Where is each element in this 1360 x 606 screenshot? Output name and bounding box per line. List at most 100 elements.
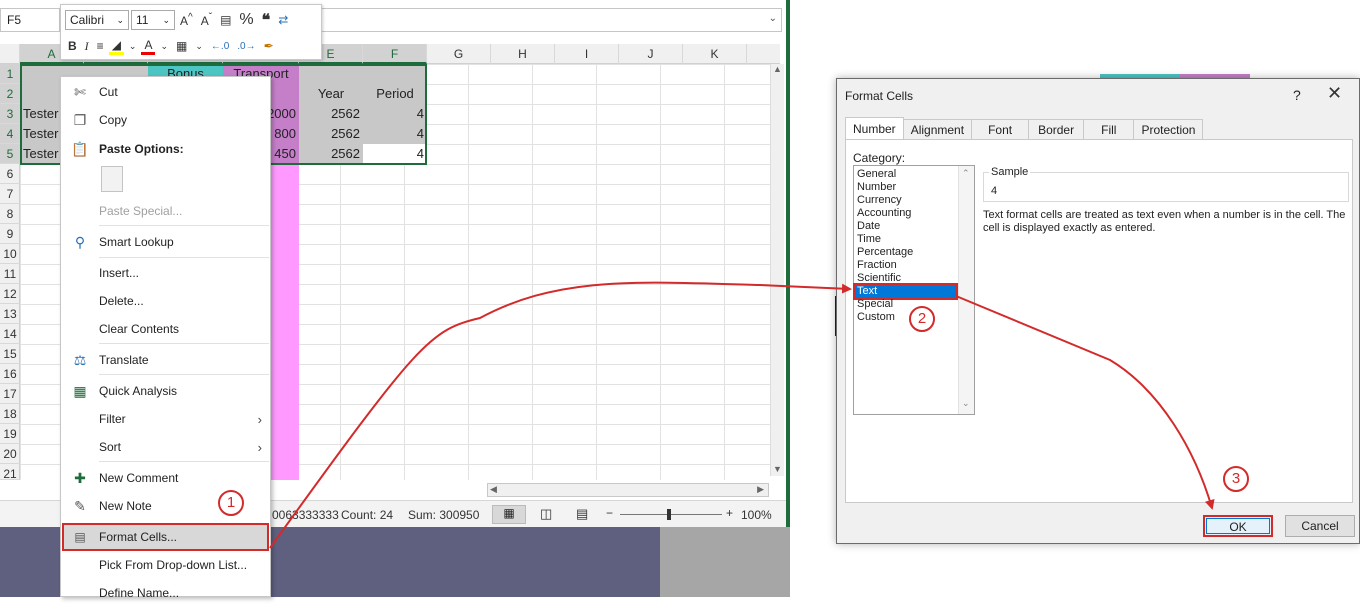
menu-item-paste-special[interactable]: Paste Special... — [61, 198, 270, 224]
menu-item-clear-contents[interactable]: Clear Contents — [61, 316, 270, 342]
row-header[interactable]: 6 — [0, 164, 20, 184]
row-header[interactable]: 12 — [0, 284, 20, 304]
tab-border[interactable]: Border — [1028, 119, 1085, 139]
scroll-right-icon[interactable]: ▶ — [757, 484, 764, 495]
name-box[interactable]: F5 — [0, 8, 60, 32]
list-item[interactable]: Fraction — [857, 259, 897, 272]
chevron-down-icon[interactable]: ⌄ — [962, 398, 970, 409]
horizontal-scrollbar[interactable]: ◀ ▶ — [487, 483, 769, 497]
row-header[interactable]: 7 — [0, 184, 20, 204]
tab-protection[interactable]: Protection — [1133, 119, 1204, 139]
format-painter-icon[interactable]: ✒ — [261, 39, 277, 53]
fill-color-icon[interactable]: ◢ — [108, 38, 124, 55]
vertical-scrollbar[interactable]: ▲ ▼ — [770, 64, 784, 476]
row-header[interactable]: 15 — [0, 344, 20, 364]
list-item[interactable]: General — [857, 168, 896, 181]
column-header[interactable]: K — [683, 44, 747, 64]
zoom-out-icon[interactable]: − — [606, 506, 613, 520]
menu-item-translate[interactable]: ⚖ Translate — [61, 347, 270, 373]
column-header[interactable]: I — [555, 44, 619, 64]
row-header[interactable]: 9 — [0, 224, 20, 244]
menu-item-cut[interactable]: ✄ Cut — [61, 79, 270, 105]
menu-item-quick-analysis[interactable]: ▦ Quick Analysis — [61, 378, 270, 404]
tab-number[interactable]: Number — [845, 117, 904, 139]
zoom-level[interactable]: 100% — [741, 508, 772, 522]
tab-fill[interactable]: Fill — [1083, 119, 1135, 139]
list-item[interactable]: Scientific — [857, 272, 901, 285]
chevron-down-icon[interactable]: ⌄ — [769, 13, 777, 24]
row-header[interactable]: 17 — [0, 384, 20, 404]
chevron-down-icon[interactable]: ⌄ — [116, 15, 124, 26]
row-header[interactable]: 19 — [0, 424, 20, 444]
chevron-down-icon[interactable]: ⌄ — [162, 15, 170, 26]
list-item[interactable]: Currency — [857, 194, 902, 207]
row-header[interactable]: 20 — [0, 444, 20, 464]
zoom-slider[interactable] — [620, 514, 722, 515]
menu-item-filter[interactable]: Filter › — [61, 406, 270, 432]
column-header[interactable]: J — [619, 44, 683, 64]
list-scrollbar[interactable]: ⌃ ⌄ — [958, 166, 974, 414]
list-item-selected[interactable]: Text — [853, 283, 958, 300]
tab-alignment[interactable]: Alignment — [902, 119, 973, 139]
chevron-down-icon[interactable]: ⌄ — [157, 41, 171, 52]
scroll-left-icon[interactable]: ◀ — [490, 484, 497, 495]
menu-item-format-cells[interactable]: ▤ Format Cells... — [62, 523, 269, 551]
formula-bar[interactable]: ⌄ — [300, 8, 782, 32]
column-header[interactable]: F — [363, 44, 427, 64]
row-header[interactable]: 4 — [0, 124, 20, 144]
decrease-decimal-icon[interactable]: ←.0 — [208, 41, 232, 52]
italic-icon[interactable]: I — [82, 39, 92, 54]
list-item[interactable]: Custom — [857, 311, 895, 324]
category-list[interactable]: General Number Currency Accounting Date … — [853, 165, 975, 415]
increase-font-icon[interactable]: A^ — [177, 12, 196, 28]
chevron-down-icon[interactable]: ⌄ — [192, 41, 206, 52]
borders-icon[interactable]: ▦ — [173, 39, 190, 53]
paste-icon[interactable] — [101, 166, 123, 192]
list-item[interactable]: Special — [857, 298, 893, 311]
scroll-down-icon[interactable]: ▼ — [773, 464, 782, 474]
menu-item-pick-list[interactable]: Pick From Drop-down List... — [61, 552, 270, 578]
bold-icon[interactable]: B — [65, 39, 80, 53]
normal-view-icon[interactable]: ▦ — [492, 505, 526, 524]
menu-item-sort[interactable]: Sort › — [61, 434, 270, 460]
column-header[interactable]: H — [491, 44, 555, 64]
tab-font[interactable]: Font — [971, 119, 1030, 139]
row-header[interactable]: 2 — [0, 84, 20, 104]
menu-item-delete[interactable]: Delete... — [61, 288, 270, 314]
page-break-icon[interactable]: ▤ — [576, 506, 588, 522]
zoom-in-icon[interactable]: + — [726, 506, 733, 520]
list-item[interactable]: Number — [857, 181, 896, 194]
cancel-button[interactable]: Cancel — [1285, 515, 1355, 537]
row-header[interactable]: 13 — [0, 304, 20, 324]
menu-item-smart-lookup[interactable]: ⚲ Smart Lookup — [61, 229, 270, 255]
list-item[interactable]: Time — [857, 233, 881, 246]
decrease-font-icon[interactable]: Aˇ — [198, 12, 215, 28]
column-header[interactable]: G — [427, 44, 491, 64]
scroll-up-icon[interactable]: ▲ — [773, 64, 782, 74]
zoom-slider-thumb[interactable] — [667, 509, 671, 520]
close-icon[interactable]: ✕ — [1327, 83, 1342, 104]
page-layout-icon[interactable]: ◫ — [540, 506, 552, 522]
menu-item-insert[interactable]: Insert... — [61, 260, 270, 286]
align-center-icon[interactable]: ≡ — [94, 39, 107, 53]
chevron-down-icon[interactable]: ⌄ — [126, 41, 140, 52]
chevron-up-icon[interactable]: ⌃ — [962, 168, 970, 179]
increase-decimal-icon[interactable]: .0→ — [234, 41, 258, 52]
list-item[interactable]: Percentage — [857, 246, 913, 259]
row-header[interactable]: 3 — [0, 104, 20, 124]
row-header[interactable]: 11 — [0, 264, 20, 284]
percent-icon[interactable]: % — [236, 11, 256, 29]
menu-item-define-name[interactable]: Define Name... — [61, 580, 270, 606]
accounting-format-icon[interactable]: ▤ — [217, 13, 234, 27]
row-header[interactable]: 18 — [0, 404, 20, 424]
wrap-text-icon[interactable]: ⇄ — [275, 13, 291, 27]
row-header[interactable]: 16 — [0, 364, 20, 384]
row-header[interactable]: 14 — [0, 324, 20, 344]
row-header[interactable]: 1 — [0, 64, 20, 84]
ok-button[interactable]: OK — [1203, 515, 1273, 537]
font-color-icon[interactable]: A — [141, 38, 156, 55]
row-header[interactable]: 8 — [0, 204, 20, 224]
menu-item-new-comment[interactable]: ✚ New Comment — [61, 465, 270, 491]
font-size-select[interactable]: 11 ⌄ — [131, 10, 175, 30]
list-item[interactable]: Accounting — [857, 207, 911, 220]
